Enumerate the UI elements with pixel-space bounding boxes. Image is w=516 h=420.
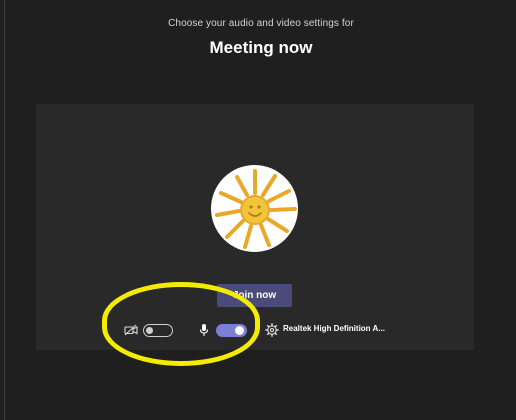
microphone-toggle-knob (235, 326, 244, 335)
meeting-title: Meeting now (209, 38, 313, 57)
camera-off-icon[interactable] (124, 324, 138, 336)
device-controls-bar: Realtek High Definition A... (36, 321, 474, 341)
gear-icon[interactable] (265, 323, 279, 337)
settings-subtitle: Choose your audio and video settings for (168, 18, 354, 29)
audio-device-selector[interactable]: Realtek High Definition A... (283, 324, 385, 333)
microphone-icon[interactable] (199, 323, 209, 337)
sun-drawing-icon (215, 169, 297, 249)
camera-toggle[interactable] (143, 324, 173, 337)
avatar (211, 165, 298, 252)
join-now-button[interactable]: Join now (217, 284, 292, 307)
video-preview: Join now Realtek High Definition A... (36, 104, 474, 350)
pre-join-screen: Choose your audio and video settings for… (4, 0, 516, 420)
microphone-toggle[interactable] (216, 324, 247, 337)
camera-toggle-knob (146, 326, 153, 334)
